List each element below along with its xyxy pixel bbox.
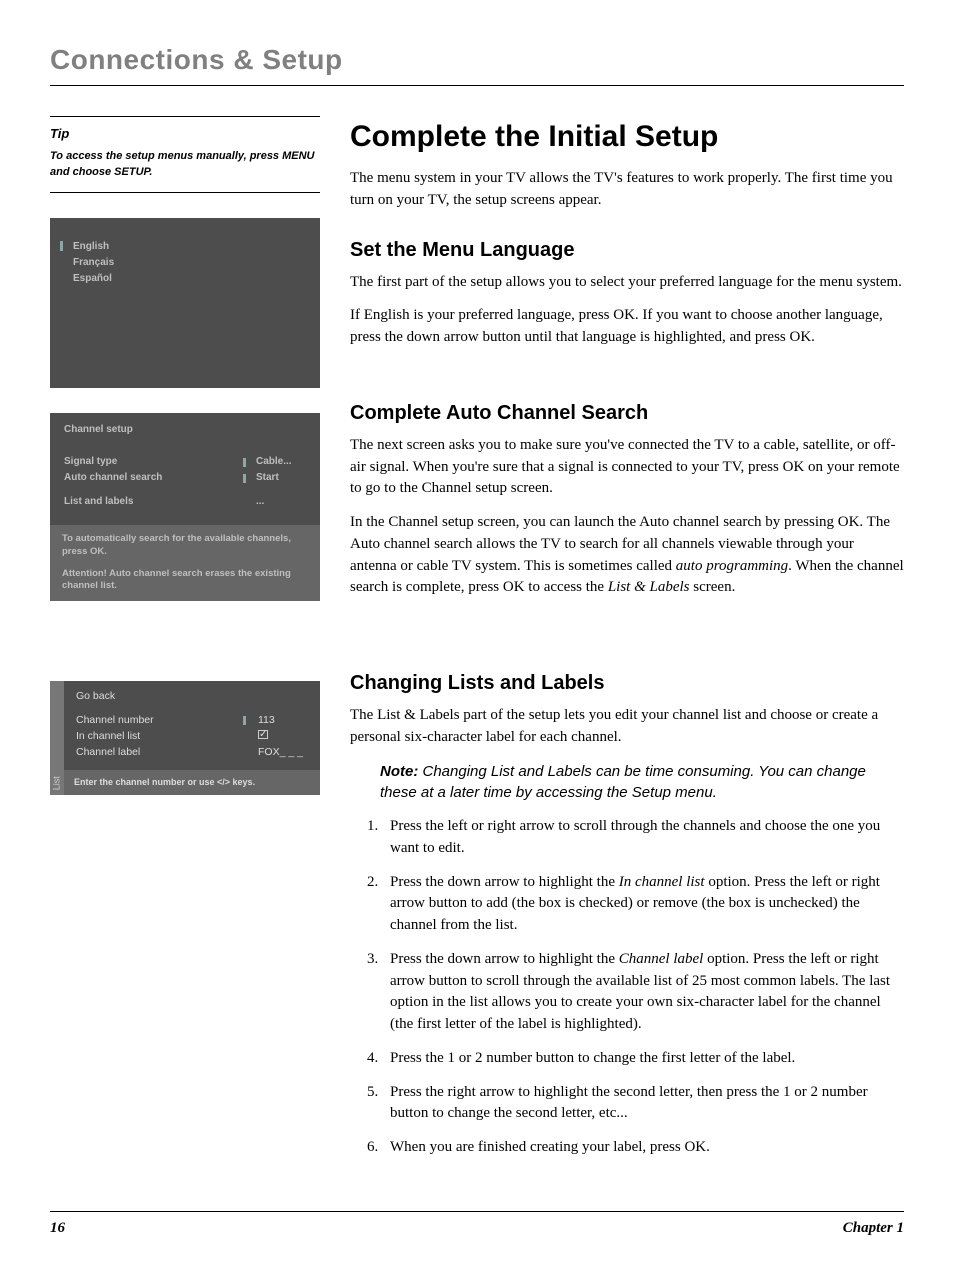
tip-label: Tip (50, 125, 320, 143)
step-item: Press the left or right arrow to scroll … (382, 816, 904, 860)
list-help-strip: Enter the channel number or use </> keys… (64, 770, 320, 795)
section-heading-language: Set the Menu Language (350, 236, 904, 264)
selection-marker-icon (60, 241, 63, 251)
marker-icon (243, 716, 246, 725)
setup-title: Channel setup (50, 413, 320, 455)
section-heading-lists: Changing Lists and Labels (350, 669, 904, 697)
list-labels-screenshot: List Go back Channel number 113 In chann… (50, 681, 320, 795)
chapter-label: Chapter 1 (843, 1218, 904, 1239)
row-label: List and labels (64, 495, 233, 509)
lang-option: Français (73, 256, 114, 270)
setup-row: Signal type Cable... (64, 455, 306, 469)
go-back-label: Go back (76, 689, 308, 704)
term: In channel list (619, 874, 705, 890)
setup-help-strip: To automatically search for the availabl… (50, 525, 320, 600)
help-warning: Attention! Auto channel search erases th… (62, 568, 308, 593)
term: auto programming (676, 558, 788, 574)
term: Channel label (619, 951, 704, 967)
row-label: Channel label (76, 745, 231, 760)
row-label: Signal type (64, 455, 233, 469)
checkbox-icon (258, 730, 268, 739)
steps-list: Press the left or right arrow to scroll … (354, 816, 904, 1159)
setup-row: List and labels ... (64, 495, 306, 509)
tip-text: To access the setup menus manually, pres… (50, 149, 320, 180)
list-row: In channel list (76, 729, 308, 744)
body-text: The first part of the setup allows you t… (350, 272, 904, 294)
step-item: Press the down arrow to highlight the Ch… (382, 949, 904, 1036)
channel-setup-screenshot: Channel setup Signal type Cable... Auto … (50, 413, 320, 600)
help-text: To automatically search for the availabl… (62, 533, 308, 558)
row-label: Channel number (76, 713, 231, 728)
page-number: 16 (50, 1218, 65, 1239)
row-label: Auto channel search (64, 471, 233, 485)
list-row: Channel number 113 (76, 713, 308, 728)
row-value: ... (256, 495, 306, 509)
sidebar: Tip To access the setup menus manually, … (50, 116, 320, 1171)
main-content: Complete the Initial Setup The menu syst… (350, 116, 904, 1171)
row-label: In channel list (76, 729, 231, 744)
step-item: Press the 1 or 2 number button to change… (382, 1048, 904, 1070)
setup-row: Auto channel search Start (64, 471, 306, 485)
main-heading: Complete the Initial Setup (350, 116, 904, 158)
row-value: Start (256, 471, 306, 485)
tip-box: Tip To access the setup menus manually, … (50, 116, 320, 193)
step-item: Press the down arrow to highlight the In… (382, 872, 904, 937)
lang-option: Español (73, 272, 114, 286)
page-header: Connections & Setup (50, 40, 904, 86)
side-tab: List (50, 681, 64, 795)
step-item: When you are finished creating your labe… (382, 1137, 904, 1159)
step-item: Press the right arrow to highlight the s… (382, 1082, 904, 1126)
marker-icon (243, 458, 246, 467)
marker-icon (243, 474, 246, 483)
row-value (258, 729, 308, 744)
body-text: The next screen asks you to make sure yo… (350, 435, 904, 500)
body-text: The List & Labels part of the setup lets… (350, 705, 904, 749)
term: List & Labels (608, 579, 690, 595)
body-text: If English is your preferred language, p… (350, 305, 904, 349)
list-row: Channel label FOX_ _ _ (76, 745, 308, 760)
row-value: 113 (258, 713, 308, 728)
note-text: Note: Changing List and Labels can be ti… (380, 761, 904, 805)
body-text: In the Channel setup screen, you can lau… (350, 512, 904, 599)
language-screenshot: English Français Español (50, 218, 320, 388)
content-columns: Tip To access the setup menus manually, … (50, 116, 904, 1171)
intro-paragraph: The menu system in your TV allows the TV… (350, 168, 904, 212)
lang-option: English (73, 240, 114, 254)
row-value: Cable... (256, 455, 306, 469)
section-heading-auto: Complete Auto Channel Search (350, 399, 904, 427)
row-value: FOX_ _ _ (258, 745, 308, 760)
